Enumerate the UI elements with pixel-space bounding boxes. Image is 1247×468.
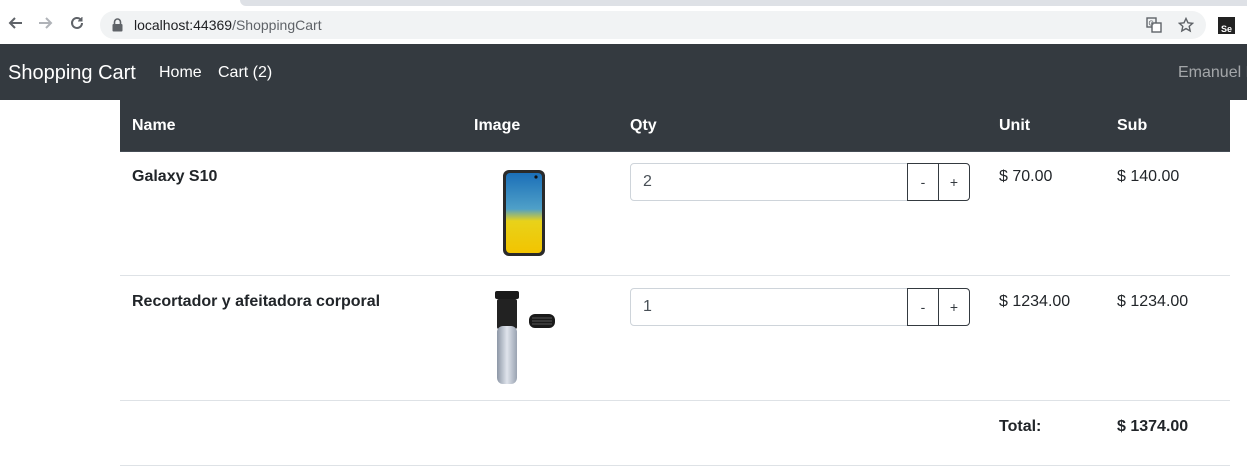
- top-navbar: Shopping Cart Home Cart (2) Emanuel E: [0, 44, 1247, 100]
- decrease-button[interactable]: -: [907, 288, 939, 326]
- tab-strip: [240, 0, 1247, 6]
- quantity-stepper: 2 - +: [630, 163, 975, 201]
- increase-button[interactable]: +: [938, 163, 970, 201]
- quantity-input[interactable]: 2: [630, 163, 921, 201]
- svg-text:G: G: [1149, 21, 1154, 28]
- table-row: Recortador y afeitadora corporal 1 - + $…: [120, 276, 1230, 401]
- url-host: localhost:44369: [134, 17, 233, 33]
- translate-icon[interactable]: G: [1146, 17, 1162, 38]
- reload-icon[interactable]: [66, 12, 88, 34]
- brand-link[interactable]: Shopping Cart: [8, 62, 136, 84]
- item-name: Galaxy S10: [132, 168, 218, 185]
- subtotal: $ 1234.00: [1117, 293, 1189, 310]
- item-name: Recortador y afeitadora corporal: [132, 293, 381, 310]
- header-qty: Qty: [630, 117, 657, 134]
- lock-icon: [112, 18, 123, 37]
- header-unit: Unit: [999, 117, 1031, 134]
- phone-image: [502, 169, 546, 262]
- unit-price: $ 1234.00: [999, 293, 1071, 310]
- back-icon[interactable]: [4, 12, 26, 34]
- url-path: /ShoppingCart: [232, 17, 322, 33]
- increase-button[interactable]: +: [938, 288, 970, 326]
- browser-chrome: localhost:44369/ShoppingCart G Se: [0, 0, 1247, 44]
- quantity-stepper: 1 - +: [630, 288, 975, 326]
- quantity-input[interactable]: 1: [630, 288, 921, 326]
- trimmer-image: [492, 290, 558, 391]
- user-name[interactable]: Emanuel E: [1178, 64, 1247, 82]
- forward-icon[interactable]: [35, 12, 57, 34]
- subtotal: $ 140.00: [1117, 168, 1180, 185]
- header-image: Image: [474, 117, 521, 134]
- extension-badge: Se: [1220, 24, 1232, 34]
- table-header: Name Image Qty Unit Sub: [120, 100, 1230, 152]
- decrease-button[interactable]: -: [907, 163, 939, 201]
- total-value: $ 1374.00: [1117, 418, 1189, 435]
- extension-icon[interactable]: Se: [1218, 17, 1235, 34]
- bookmark-star-icon[interactable]: [1177, 16, 1195, 38]
- header-name: Name: [132, 117, 176, 134]
- unit-price: $ 70.00: [999, 168, 1053, 185]
- url-text: localhost:44369/ShoppingCart: [134, 17, 322, 33]
- nav-link-home[interactable]: Home: [159, 64, 202, 82]
- address-bar[interactable]: localhost:44369/ShoppingCart G: [100, 11, 1206, 39]
- nav-link-cart[interactable]: Cart (2): [218, 64, 272, 82]
- table-row: Galaxy S10 2 - + $ 70.00 $ 140.00: [120, 151, 1230, 276]
- header-sub: Sub: [1117, 117, 1148, 134]
- total-row: Total: $ 1374.00: [120, 401, 1230, 466]
- total-label: Total:: [999, 418, 1042, 435]
